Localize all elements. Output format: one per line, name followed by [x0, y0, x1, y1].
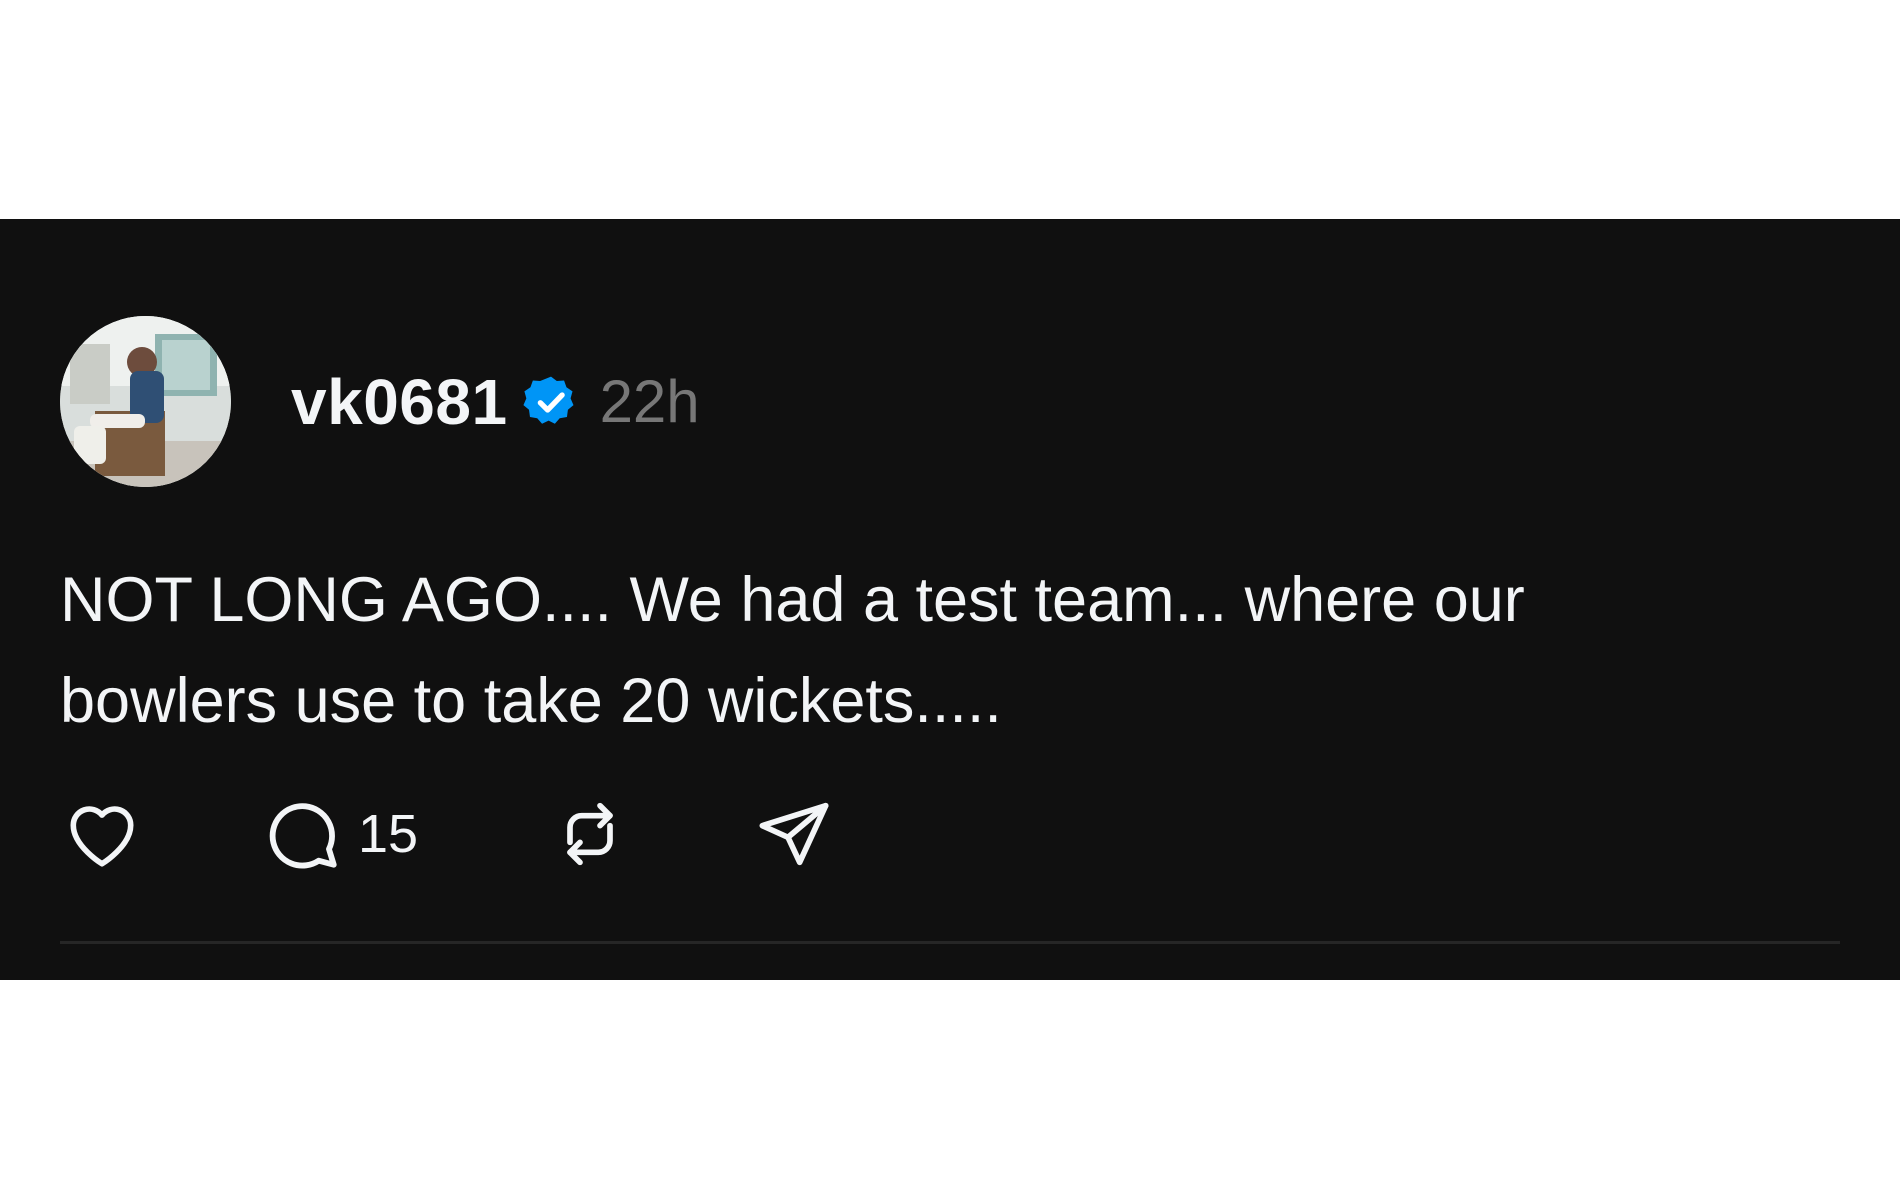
repost-arrows-icon [567, 802, 613, 866]
verified-badge-icon [522, 373, 580, 431]
repost-button[interactable] [550, 792, 630, 876]
post-header: vk0681 22h [291, 367, 700, 437]
avatar-photo [60, 316, 231, 487]
post-body: NOT LONG AGO.... We had a test team... w… [60, 565, 1525, 736]
paper-plane-icon [759, 802, 829, 866]
heart-icon [70, 806, 134, 867]
username[interactable]: vk0681 [291, 370, 508, 434]
post-divider [60, 941, 1840, 944]
post-card: vk0681 22h NOT LONG AGO.... We had a tes… [0, 219, 1900, 980]
reply-count: 15 [358, 804, 419, 864]
page: vk0681 22h NOT LONG AGO.... We had a tes… [0, 0, 1900, 1200]
speech-bubble-icon [269, 803, 337, 869]
share-button[interactable] [754, 792, 834, 876]
reply-button[interactable]: 15 [262, 792, 418, 876]
action-bar: 15 [60, 792, 960, 876]
like-button[interactable] [60, 792, 144, 876]
avatar[interactable] [60, 316, 231, 487]
post-timestamp[interactable]: 22h [600, 372, 700, 432]
